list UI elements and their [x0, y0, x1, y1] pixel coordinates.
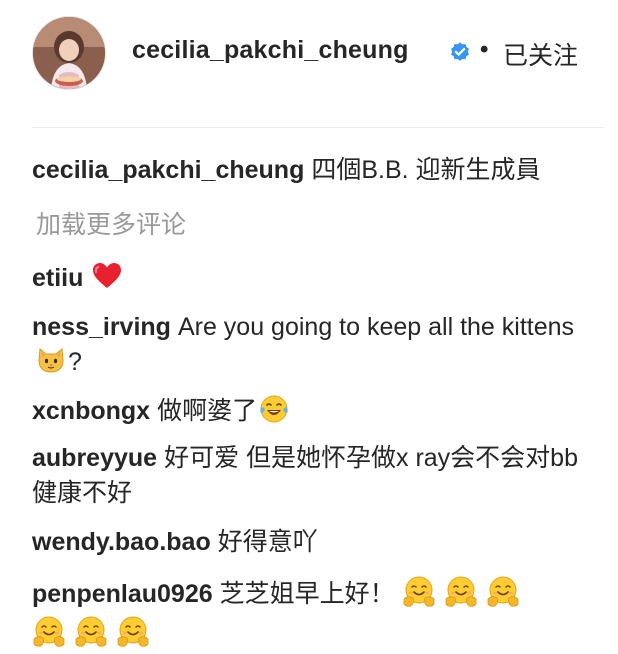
comment-suffix: ? [68, 348, 82, 376]
comment-text: 芝芝姐早上好！ [219, 580, 395, 608]
comment-username[interactable]: aubreyyue [32, 444, 157, 472]
red-heart-icon [92, 262, 122, 290]
comment-username[interactable]: xcnbongx [32, 397, 150, 425]
caption-username[interactable]: cecilia_pakchi_cheung [32, 156, 304, 184]
avatar-image [33, 17, 105, 89]
comment-item: aubreyyue 好可爱 但是她怀孕做x ray会不会对bb健康不好 [32, 441, 602, 511]
profile-avatar[interactable] [32, 16, 106, 90]
comment-item: wendy.bao.bao 好得意吖 [32, 525, 602, 560]
comment-username[interactable]: etiiu [32, 264, 83, 292]
comment-username[interactable]: ness_irving [32, 313, 171, 341]
caption-text: 四個B.B. 迎新生成員 [311, 156, 541, 184]
post-caption: cecilia_pakchi_cheung 四個B.B. 迎新生成員 [32, 153, 602, 188]
comment-text: Are you going to keep all the kittens [177, 313, 575, 341]
post-header: cecilia_pakchi_cheung • 已关注 [0, 0, 618, 128]
comment-item: ness_irving Are you going to keep all the… [32, 310, 602, 380]
hugging-face-icon [74, 615, 108, 649]
hugging-face-icon [486, 575, 520, 609]
header-separator: • [480, 36, 489, 63]
tears-of-joy-icon [259, 394, 289, 424]
hugging-face-icon [116, 615, 150, 649]
comment-text: 做啊婆了 [157, 397, 258, 425]
comment-username[interactable]: penpenlau0926 [32, 580, 213, 608]
load-more-comments-link[interactable]: 加载更多评论 [36, 205, 186, 241]
comment-item: penpenlau0926 芝芝姐早上好！ [32, 574, 602, 654]
follow-status-button[interactable]: 已关注 [503, 36, 578, 72]
header-divider [32, 127, 604, 128]
hugging-face-icon [32, 615, 66, 649]
hugging-face-icon [444, 575, 478, 609]
comment-text: 好得意吖 [217, 528, 318, 556]
comment-item: etiiu [32, 261, 602, 296]
hugging-face-icon [402, 575, 436, 609]
comment-username[interactable]: wendy.bao.bao [32, 528, 211, 556]
post-author-username[interactable]: cecilia_pakchi_cheung [132, 36, 409, 65]
comment-item: xcnbongx 做啊婆了 [32, 394, 602, 429]
verified-badge-icon [451, 42, 469, 61]
cat-face-icon [36, 345, 66, 375]
